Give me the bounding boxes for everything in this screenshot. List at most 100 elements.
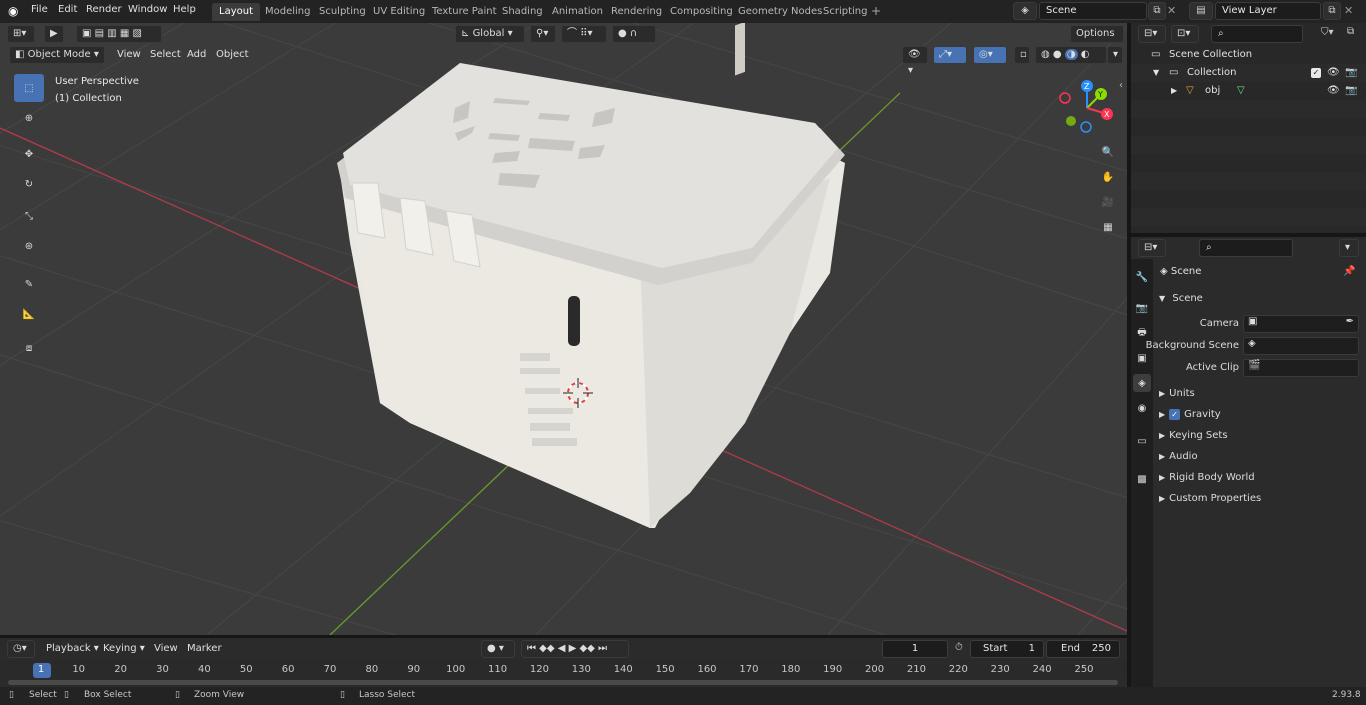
menu-object[interactable]: Object [216,49,249,60]
navigation-gizmo[interactable]: Z Y X [1055,76,1123,140]
outliner-editor-type-icon[interactable]: ⊟▾ [1138,25,1166,43]
tool-tab-icon[interactable]: 🔧 [1133,268,1151,286]
menu-help[interactable]: Help [173,4,196,15]
add-cube-tool-icon[interactable]: ⧈ [14,334,44,362]
tab-uv-editing[interactable]: UV Editing [366,3,432,21]
measure-tool-icon[interactable]: 📐 [14,300,44,328]
render-tab-icon[interactable]: 📷 [1133,299,1151,317]
menu-window[interactable]: Window [128,4,167,15]
menu-file[interactable]: File [31,4,48,15]
pivot-point-icon[interactable]: ⚲▾ [530,25,556,43]
editor-type-icon[interactable]: ⊞▾ [7,25,35,43]
panel-gravity[interactable]: ▶ ✓ Gravity [1153,405,1366,425]
exclude-checkbox[interactable]: ✓ [1311,68,1321,78]
cursor-tool-icon[interactable]: ⊕ [14,104,44,132]
eyedropper-icon[interactable]: ✒ [1346,316,1354,327]
remove-view-layer-icon[interactable]: ✕ [1344,4,1353,17]
ortho-grid-icon[interactable]: ▦ [1097,216,1119,238]
snapping-icon[interactable]: ⌒ ⠿▾ [561,25,607,43]
auto-keying-icon[interactable]: ● ▾ [481,640,515,658]
background-scene-field[interactable]: ◈ [1243,337,1359,355]
expand-arrow-icon[interactable]: ▼ [1153,64,1159,82]
transform-orientation-select[interactable]: ⊾ Global ▾ [455,25,525,43]
zoom-icon[interactable]: 🔍 [1097,141,1119,163]
menu-marker[interactable]: Marker [187,643,222,654]
panel-keying-sets[interactable]: ▶ Keying Sets [1153,426,1366,446]
texture-tab-icon[interactable]: ▩ [1133,470,1151,488]
world-tab-icon[interactable]: ◉ [1133,399,1151,417]
tab-compositing[interactable]: Compositing [663,3,740,21]
shading-options-icon[interactable]: ▾ [1107,46,1123,64]
annotate-tool-icon[interactable]: ✎ [14,270,44,298]
menu-timeline-view[interactable]: View [154,643,178,654]
preview-range-icon[interactable]: ⏱ [955,642,963,653]
outliner-row-obj[interactable]: ▶ ▽ obj ▽ 👁 📷 [1131,82,1366,100]
sidebar-toggle-icon[interactable]: ‹ [1119,80,1123,91]
tab-animation[interactable]: Animation [545,3,610,21]
menu-select[interactable]: Select [150,49,181,60]
shading-mode-icons[interactable]: ◍ ● ◑ ◐ [1035,46,1107,64]
add-workspace-button[interactable]: + [871,4,881,18]
camera-view-icon[interactable]: 🎥 [1097,191,1119,213]
adapter-model[interactable] [337,23,845,528]
properties-search-input[interactable]: ⌕ [1199,239,1293,257]
camera-field[interactable]: ▣ ✒ [1243,315,1359,333]
options-button[interactable]: Options ▾ [1070,25,1124,55]
timeline-editor-type-icon[interactable]: ◷▾ [7,640,35,658]
outliner-row-scene-collection[interactable]: ▭ Scene Collection [1131,46,1366,64]
pan-hand-icon[interactable]: ✋ [1097,166,1119,188]
blender-logo-icon[interactable]: ◉ [8,4,18,18]
visibility-icon[interactable]: 👁▾ [902,46,928,76]
camera-render-icon[interactable]: 📷 [1345,64,1357,82]
tab-sculpting[interactable]: Sculpting [312,3,373,21]
scale-tool-icon[interactable]: ⤡ [14,202,44,230]
outliner-row-collection[interactable]: ▼ ▭ Collection ✓ 👁 📷 [1131,64,1366,82]
panel-rigid-body-world[interactable]: ▶ Rigid Body World [1153,468,1366,488]
overlay-toggle-icon[interactable]: ◎▾ [973,46,1007,64]
menu-render[interactable]: Render [86,4,122,15]
panel-units[interactable]: ▶ Units [1153,384,1366,404]
menu-keying[interactable]: Keying ▾ [103,643,145,654]
panel-custom-properties[interactable]: ▶ Custom Properties [1153,489,1366,509]
outliner-search-input[interactable]: ⌕ [1211,25,1303,43]
filter-icon[interactable]: ⛉▾ [1321,27,1334,38]
view-layer-icon[interactable]: ▤ [1189,2,1213,20]
3d-viewport[interactable] [0,23,1127,635]
active-clip-field[interactable]: 🎬 [1243,359,1359,377]
scene-name-field[interactable]: Scene [1039,2,1147,20]
scene-tab-icon[interactable]: ◈ [1133,374,1151,392]
tab-modeling[interactable]: Modeling [258,3,318,21]
current-frame-field[interactable]: 1 [882,640,948,658]
start-frame-field[interactable]: Start 1 [970,640,1044,658]
view-layer-field[interactable]: View Layer [1215,2,1321,20]
new-scene-icon[interactable]: ⧉ [1148,2,1166,20]
remove-scene-icon[interactable]: ✕ [1167,4,1176,17]
timeline-scrollbar[interactable] [8,680,1118,685]
tab-rendering[interactable]: Rendering [604,3,669,21]
gravity-checkbox[interactable]: ✓ [1169,408,1181,420]
tab-layout[interactable]: Layout [212,3,260,21]
panel-audio[interactable]: ▶ Audio [1153,447,1366,467]
move-tool-icon[interactable]: ✥ [14,140,44,168]
menu-edit[interactable]: Edit [58,4,77,15]
tweak-tool-icon[interactable]: ▶ [44,25,64,43]
panel-scene-header[interactable]: ▼ Scene [1153,289,1366,309]
xray-toggle-icon[interactable]: ▫ [1014,46,1030,64]
scene-selector-icon[interactable]: ◈ [1013,2,1037,20]
menu-add[interactable]: Add [187,49,206,60]
select-mode-icons[interactable]: ▣ ▤ ▥ ▦ ▧ [76,25,162,43]
select-box-tool-icon[interactable]: ⬚ [14,74,44,102]
tab-texture-paint[interactable]: Texture Paint [425,3,504,21]
properties-editor-type-icon[interactable]: ⊟▾ [1138,239,1166,257]
rotate-tool-icon[interactable]: ↻ [14,170,44,198]
tab-geometry-nodes[interactable]: Geometry Nodes [731,3,829,21]
gizmo-toggle-icon[interactable]: ⤢▾ [933,46,967,64]
collection-tab-icon[interactable]: ▭ [1133,432,1151,450]
transform-tool-icon[interactable]: ⊛ [14,232,44,260]
menu-playback[interactable]: Playback ▾ [46,643,99,654]
proportional-editing-icon[interactable]: ● ∩ [612,25,656,43]
eye-icon[interactable]: 👁 [1327,64,1340,82]
eye-icon[interactable]: 👁 [1327,82,1340,100]
tab-shading[interactable]: Shading [495,3,550,21]
new-collection-icon[interactable]: ⧉ [1347,26,1354,37]
